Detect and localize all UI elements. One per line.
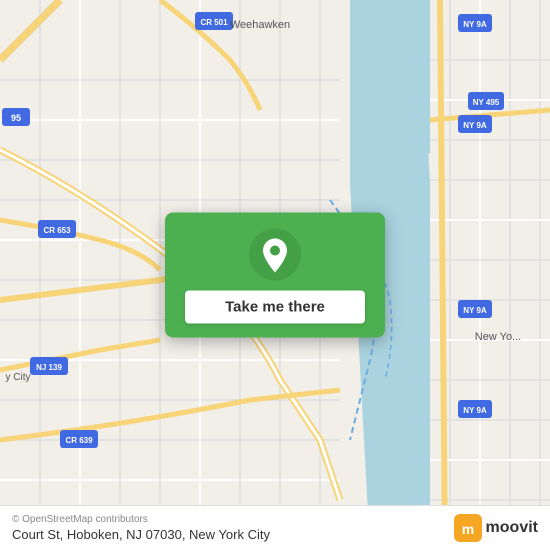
location-pin-icon xyxy=(249,229,301,281)
moovit-label: moovit xyxy=(486,519,538,537)
svg-text:NJ 139: NJ 139 xyxy=(36,363,62,372)
moovit-icon: m xyxy=(454,514,482,542)
svg-text:Weehawken: Weehawken xyxy=(230,19,290,31)
copyright-text: © OpenStreetMap contributors xyxy=(12,514,270,525)
svg-text:NY 9A: NY 9A xyxy=(463,306,487,315)
svg-text:New Yo...: New Yo... xyxy=(475,331,521,343)
svg-text:95: 95 xyxy=(11,113,21,123)
destination-card: Take me there xyxy=(165,213,385,338)
map-container: 95 CR 501 CR 653 NJ 139 CR 639 NY 9A NY … xyxy=(0,0,550,550)
bottom-bar: © OpenStreetMap contributors Court St, H… xyxy=(0,505,550,550)
address-text: Court St, Hoboken, NJ 07030, New York Ci… xyxy=(12,527,270,542)
take-me-there-button[interactable]: Take me there xyxy=(185,291,365,324)
svg-text:y City: y City xyxy=(6,372,31,383)
svg-text:CR 639: CR 639 xyxy=(65,436,93,445)
moovit-logo: m moovit xyxy=(454,514,538,542)
svg-text:CR 653: CR 653 xyxy=(43,226,71,235)
svg-text:NY 9A: NY 9A xyxy=(463,406,487,415)
svg-text:NY 9A: NY 9A xyxy=(463,121,487,130)
svg-text:NY 495: NY 495 xyxy=(473,98,500,107)
svg-text:NY 9A: NY 9A xyxy=(463,20,487,29)
svg-text:CR 501: CR 501 xyxy=(200,18,228,27)
svg-text:m: m xyxy=(461,521,473,537)
